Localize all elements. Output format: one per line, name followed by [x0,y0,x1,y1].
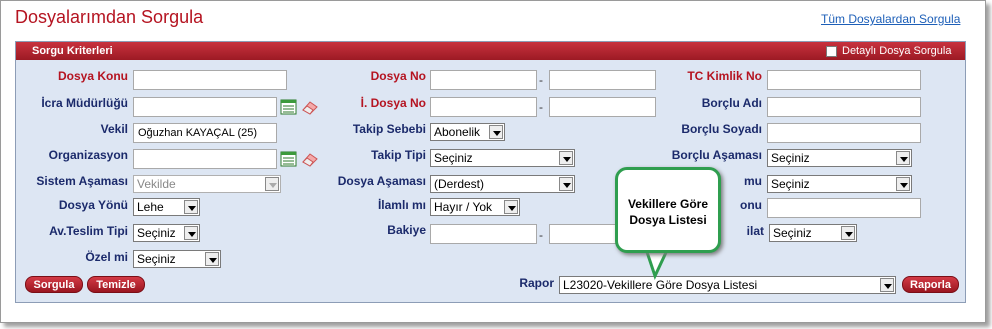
dosya-yonu-value: Lehe [137,200,164,214]
list-icon[interactable] [280,99,298,115]
main-window: Dosyalarımdan Sorgula Tüm Dosyalardan So… [0,0,986,323]
dosya-asamasi-select[interactable]: (Derdest) [430,175,575,193]
chevron-down-icon [880,278,894,292]
label-ilamli-mi: İlamlı mı [377,198,426,212]
ozel-mi-select[interactable]: Seçiniz [133,250,221,268]
chevron-down-icon [265,177,279,191]
chevron-down-icon [184,200,198,214]
dosya-asamasi-value: (Derdest) [434,177,485,191]
label-av-teslim-tipi: Av.Teslim Tipi [49,224,128,238]
dosya-no-end-input[interactable] [549,70,656,90]
dosya-no-input[interactable] [430,70,537,90]
chevron-down-icon [504,200,518,214]
panel-header: Sorgu Kriterleri Detaylı Dosya Sorgula [16,42,965,60]
av-teslim-tipi-select[interactable]: Seçiniz [133,224,200,242]
partial-mu-value: Seçiniz [771,177,810,191]
borclu-adi-input[interactable] [767,97,921,117]
label-borclu-asamasi: Borçlu Aşaması [671,148,762,162]
ilamli-mi-select[interactable]: Hayır / Yok [430,198,520,216]
label-rapor: Rapor [519,276,554,290]
takip-tipi-select[interactable]: Seçiniz [430,149,575,167]
chevron-down-icon [184,226,198,240]
rapor-select[interactable]: L23020-Vekillere Göre Dosya Listesi [559,276,896,294]
borclu-soyadi-input[interactable] [767,123,921,143]
query-criteria-panel: Sorgu Kriterleri Detaylı Dosya Sorgula D… [15,41,966,303]
dosya-konu-input[interactable] [133,70,287,90]
all-files-link[interactable]: Tüm Dosyalardan Sorgula [821,12,960,26]
takip-tipi-value: Seçiniz [434,151,473,165]
callout-line2: Dosya Listesi [629,213,707,227]
label-takip-sebebi: Takip Sebebi [352,122,426,136]
partial-mu-select[interactable]: Seçiniz [767,175,912,193]
list-icon[interactable] [280,151,298,167]
panel-title: Sorgu Kriterleri [32,45,113,57]
sorgula-button[interactable]: Sorgula [25,276,83,293]
callout: Vekillere Göre Dosya Listesi [615,167,721,253]
vekil-input[interactable]: Oğuzhan KAYAÇAL (25) [133,123,277,143]
label-tc-kimlik-no: TC Kimlik No [687,69,762,83]
label-partial-mu: mu [744,174,762,188]
dash: - [539,73,543,87]
label-dosya-asamasi: Dosya Aşaması [337,174,426,188]
partial-ilat-select[interactable]: Seçiniz [769,224,857,242]
chevron-down-icon [205,252,219,266]
label-bakiye: Bakiye [387,223,426,237]
label-dosya-no: Dosya No [370,69,426,83]
label-vekil: Vekil [100,122,128,136]
label-ozel-mi: Özel mi [85,250,128,264]
label-dosya-yonu: Dosya Yönü [58,198,128,212]
dash: - [539,100,543,114]
sistem-asamasi-value: Vekilde [137,177,176,191]
ozel-mi-value: Seçiniz [137,252,176,266]
chevron-down-icon [489,125,503,139]
chevron-down-icon [896,151,910,165]
organizasyon-input[interactable] [133,149,277,169]
dosya-yonu-select[interactable]: Lehe [133,198,200,216]
label-i-dosya-no: İ. Dosya No [360,96,426,110]
label-takip-tipi: Takip Tipi [371,148,426,162]
label-icra-mudurlugu: İcra Müdürlüğü [41,96,128,110]
label-borclu-soyadi: Borçlu Soyadı [681,122,762,136]
takip-sebebi-select[interactable]: Abonelik [430,123,505,141]
chevron-down-icon [896,177,910,191]
temizle-button[interactable]: Temizle [87,276,145,293]
tc-kimlik-no-input[interactable] [767,70,921,90]
label-partial-ilat: ilat [746,224,764,238]
borclu-asamasi-select[interactable]: Seçiniz [767,149,912,167]
av-teslim-tipi-value: Seçiniz [137,226,176,240]
i-dosya-no-input[interactable] [430,97,537,117]
chevron-down-icon [559,151,573,165]
partial-nu-input[interactable] [767,198,921,218]
label-partial-nu: onu [740,198,762,212]
partial-ilat-value: Seçiniz [773,226,812,240]
callout-text: Vekillere Göre Dosya Listesi [618,196,718,228]
icra-mudurlugu-input[interactable] [133,97,277,117]
label-organizasyon: Organizasyon [48,148,128,162]
label-borclu-adi: Borçlu Adı [701,96,762,110]
chevron-down-icon [559,177,573,191]
detailed-query-checkbox[interactable] [826,46,837,57]
raporla-button[interactable]: Raporla [902,276,959,293]
borclu-asamasi-value: Seçiniz [771,151,810,165]
detailed-query-label: Detaylı Dosya Sorgula [842,45,952,57]
sistem-asamasi-select: Vekilde [133,175,281,193]
page-title: Dosyalarımdan Sorgula [15,7,204,27]
label-sistem-asamasi: Sistem Aşaması [36,174,128,188]
label-dosya-konu: Dosya Konu [57,69,128,83]
chevron-down-icon [841,226,855,240]
i-dosya-no-end-input[interactable] [549,97,656,117]
ilamli-mi-value: Hayır / Yok [434,200,493,214]
callout-line1: Vekillere Göre [627,197,709,211]
takip-sebebi-value: Abonelik [434,125,481,139]
dash: - [539,228,543,242]
bakiye-input[interactable] [430,224,537,244]
